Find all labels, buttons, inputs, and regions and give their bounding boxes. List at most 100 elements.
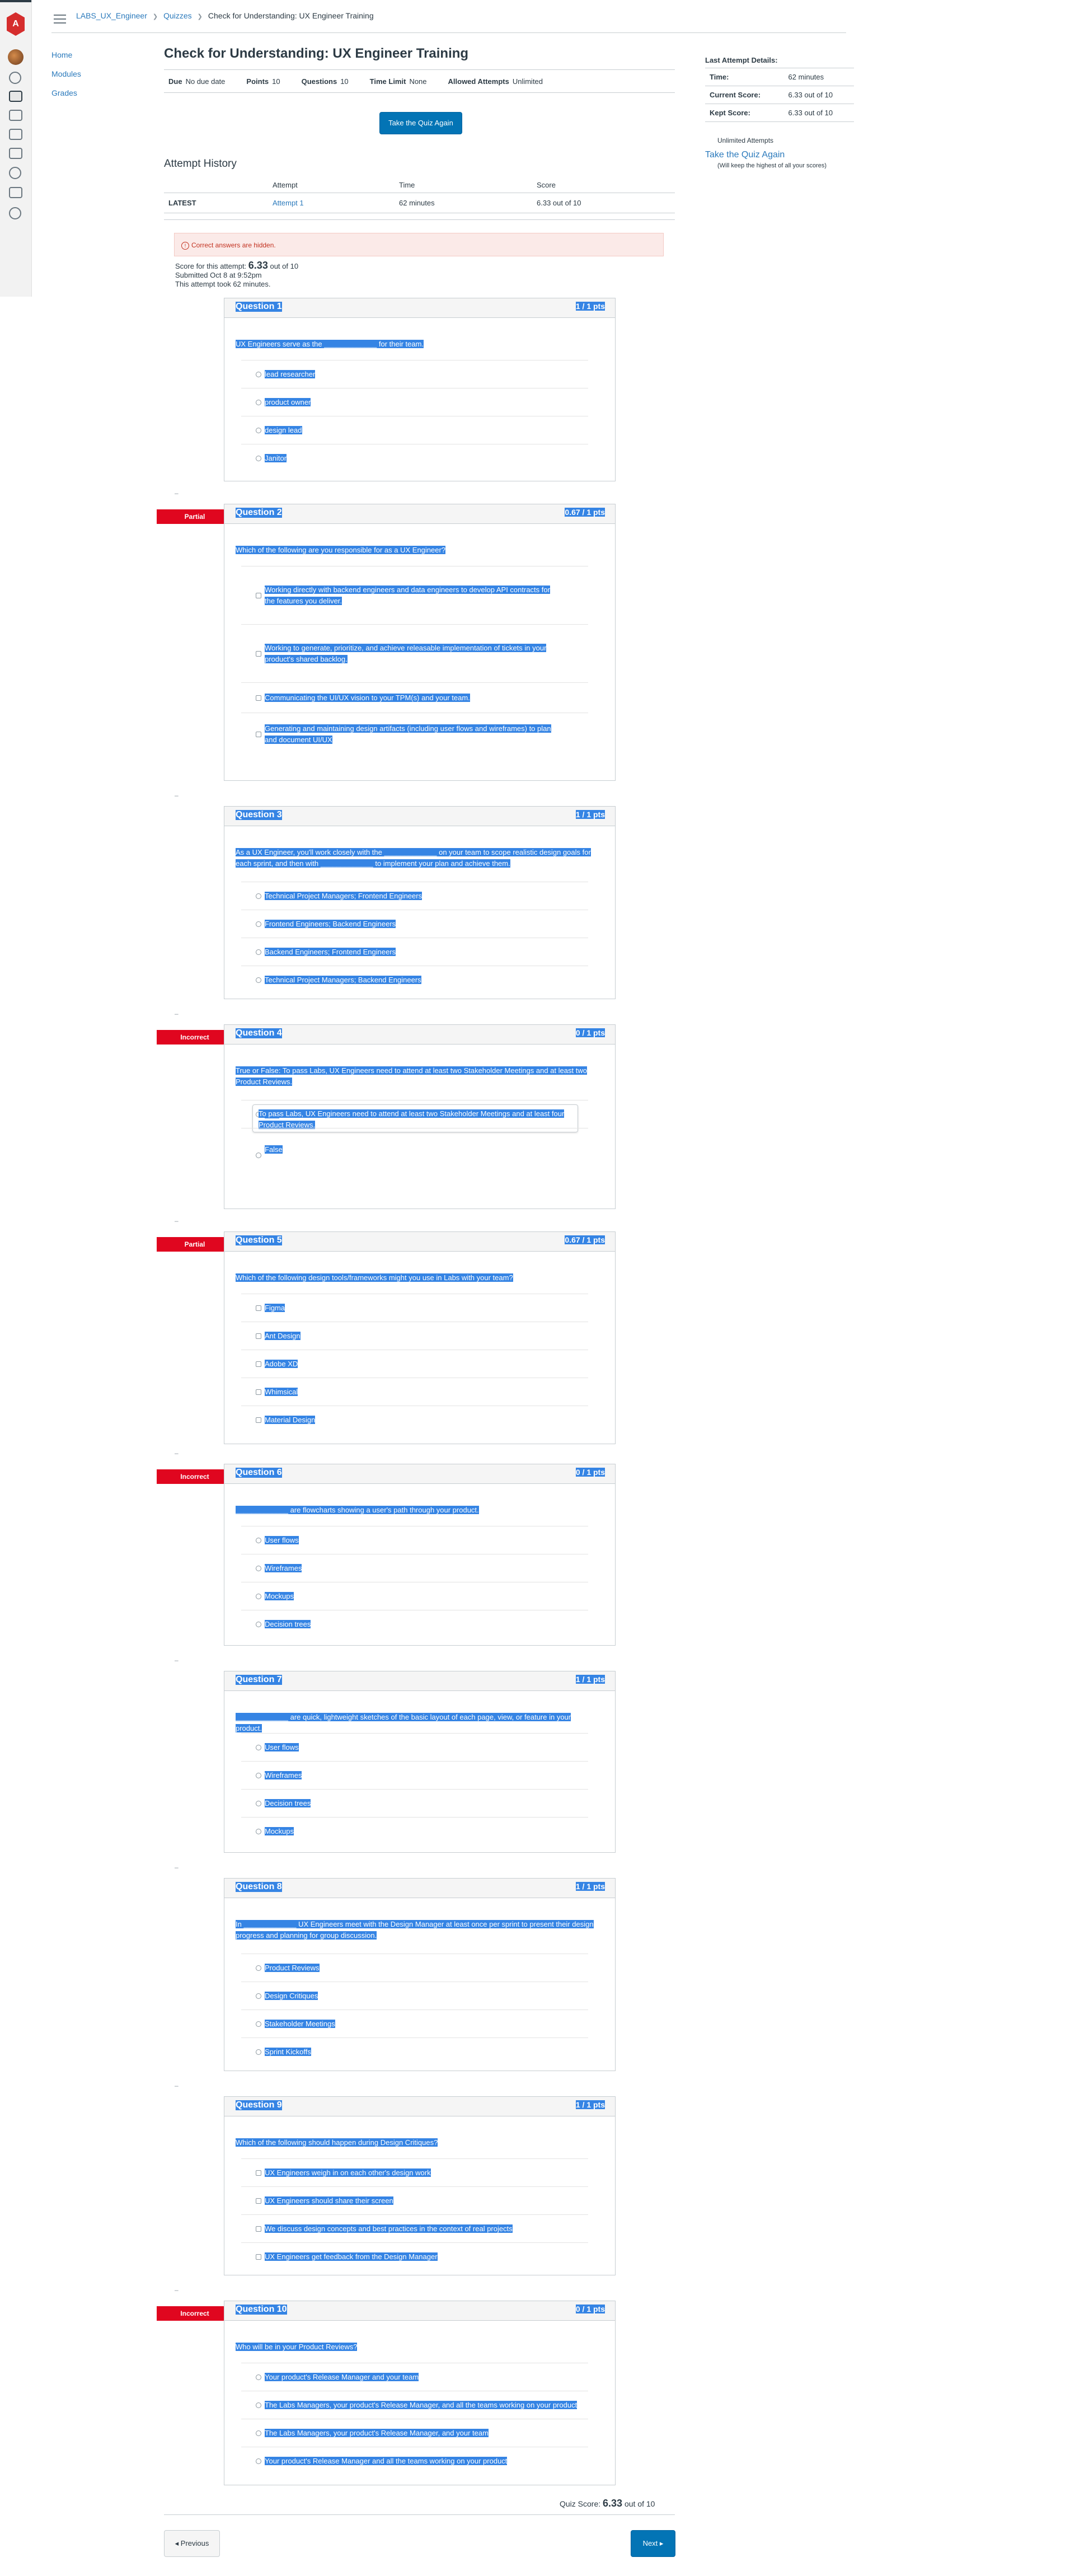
take-quiz-again-link[interactable]: Take the Quiz Again — [705, 150, 854, 160]
detail-allowed-attempts: Allowed Attempts Unlimited — [448, 77, 543, 86]
course-nav-home[interactable]: Home — [51, 50, 81, 59]
checkbox-icon — [256, 1417, 261, 1423]
calendar-icon[interactable] — [9, 129, 22, 140]
chevron-right-icon: ❯ — [197, 13, 203, 20]
question-text-block: True or False: To pass Labs, UX Engineer… — [236, 1065, 594, 1088]
question-header: Question 6 0 / 1 pts — [224, 1464, 615, 1484]
next-button[interactable]: Next ▸ — [631, 2530, 675, 2557]
previous-button[interactable]: ◂ Previous — [164, 2530, 220, 2557]
app-logo-icon[interactable]: A — [7, 12, 25, 36]
answer-text: Adobe XD — [265, 1360, 298, 1368]
detail-due: Due No due date — [168, 77, 226, 86]
checkbox-icon — [256, 732, 261, 737]
question-points: 0 / 1 pts — [575, 1468, 605, 1477]
answer-option: design lead — [241, 416, 588, 444]
radio-icon — [256, 893, 261, 899]
answer-text: UX Engineers should share their screen — [265, 2196, 393, 2205]
result-flag: Incorrect — [157, 1469, 233, 1484]
answer-option: Communicating the UI/UX vision to your T… — [241, 682, 588, 713]
question-text: True or False: To pass Labs, UX Engineer… — [236, 1066, 587, 1086]
question-points: 0.67 / 1 pts — [565, 1235, 605, 1244]
answer-option: User flows — [241, 1733, 588, 1762]
breadcrumb-course[interactable]: LABS_UX_Engineer — [76, 11, 147, 20]
question-points: 1 / 1 pts — [575, 810, 605, 819]
answer-text: Your product's Release Manager and your … — [265, 2373, 419, 2381]
question-separator: – — [175, 1656, 179, 1664]
attempt-history-table: Attempt Time Score LATEST Attempt 1 62 m… — [164, 177, 675, 213]
groups-icon[interactable] — [9, 110, 22, 121]
course-nav-modules[interactable]: Modules — [51, 69, 81, 78]
result-flag: Incorrect — [157, 1030, 233, 1045]
question-separator: – — [175, 1217, 179, 1225]
breadcrumb-quizzes[interactable]: Quizzes — [163, 11, 192, 20]
question-separator: – — [175, 489, 179, 497]
attempt-summary: Score for this attempt: 6.33 out of 10 S… — [175, 260, 299, 288]
answer-text: User flows — [265, 1536, 299, 1544]
table-row: Current Score: 6.33 out of 10 — [705, 86, 854, 104]
history-icon[interactable] — [9, 167, 21, 179]
question-text-block: Which of the following are you responsib… — [236, 545, 594, 556]
take-quiz-again-button[interactable]: Take the Quiz Again — [379, 112, 462, 134]
question-header: Question 1 1 / 1 pts — [224, 298, 615, 318]
radio-icon — [256, 1801, 261, 1806]
question-card: Question 2 0.67 / 1 pts Which of the follo… — [224, 504, 616, 781]
checkbox-icon — [256, 695, 261, 701]
help-icon[interactable] — [9, 207, 21, 219]
question-text-block: Which of the following should happen dur… — [236, 2137, 594, 2148]
answer-option: Working to generate, prioritize, and ach… — [241, 624, 588, 683]
answer-text: Your product's Release Manager and all t… — [265, 2457, 508, 2465]
question-card: Question 8 1 / 1 pts In _____________ UX E… — [224, 1878, 616, 2071]
answer-text: Working directly with backend engineers … — [265, 586, 550, 605]
answer-text: Mockups — [265, 1827, 294, 1835]
radio-icon — [256, 2374, 261, 2380]
detail-time-limit: Time Limit None — [369, 77, 427, 86]
question-title: Question 10 — [236, 2305, 287, 2315]
radio-icon — [256, 1745, 261, 1750]
commons-icon[interactable] — [9, 187, 22, 198]
course-nav-grades[interactable]: Grades — [51, 88, 81, 97]
detail-points: Points 10 — [246, 77, 280, 86]
answer-option: Sprint Kickoffs — [241, 2038, 588, 2066]
answer-text: UX Engineers weigh in on each other's de… — [265, 2168, 431, 2177]
courses-icon[interactable] — [9, 91, 22, 102]
checkbox-icon — [256, 1361, 261, 1367]
checkbox-icon — [256, 2198, 261, 2204]
answer-option: Ant Design — [241, 1322, 588, 1350]
question-separator: – — [175, 791, 179, 799]
radio-icon — [256, 1965, 261, 1971]
dashboard-icon[interactable] — [9, 72, 21, 84]
inbox-icon[interactable] — [9, 148, 22, 159]
question-points: 0 / 1 pts — [575, 1028, 605, 1037]
question-separator: – — [175, 2082, 179, 2090]
attempt-link[interactable]: Attempt 1 — [273, 199, 304, 207]
checkbox-icon — [256, 2254, 261, 2260]
question-separator: – — [175, 1863, 179, 1871]
radio-icon — [256, 1566, 261, 1571]
answer-option: UX Engineers weigh in on each other's de… — [241, 2158, 588, 2187]
answer-option: Wireframes — [241, 1554, 588, 1582]
answer-text: Decision trees — [265, 1799, 311, 1807]
answer-option: Technical Project Managers; Backend Engi… — [241, 966, 588, 994]
checkbox-icon — [256, 1389, 261, 1395]
result-flag: Partial — [157, 1237, 233, 1252]
question-text: As a UX Engineer, you'll work closely wi… — [236, 848, 591, 868]
answer-text: Design Critiques — [265, 1992, 318, 2000]
answer-text: Backend Engineers; Frontend Engineers — [265, 948, 396, 956]
divider — [164, 2514, 675, 2515]
history-header-score: Score — [532, 177, 675, 193]
radio-icon — [256, 1622, 261, 1627]
answer-option: Whimsical — [241, 1378, 588, 1406]
question-separator: – — [175, 1010, 179, 1018]
divider — [164, 219, 675, 220]
answer-text: Product Reviews — [265, 1964, 320, 1972]
last-attempt-table: Time: 62 minutes Current Score: 6.33 out o… — [705, 68, 854, 122]
answer-text: Decision trees — [265, 1620, 311, 1628]
avatar[interactable] — [8, 49, 24, 65]
question-text-block: In _____________ UX Engineers meet with … — [236, 1919, 594, 1941]
answer-option: Your product's Release Manager and your … — [241, 2363, 588, 2391]
menu-icon[interactable] — [54, 15, 66, 24]
question-header: Question 4 0 / 1 pts — [224, 1025, 615, 1045]
quiz-score: Quiz Score: 6.33 out of 10 — [560, 2498, 655, 2509]
question-text: UX Engineers serve as the _____________ … — [236, 340, 424, 348]
answer-text: Communicating the UI/UX vision to your T… — [265, 694, 470, 702]
